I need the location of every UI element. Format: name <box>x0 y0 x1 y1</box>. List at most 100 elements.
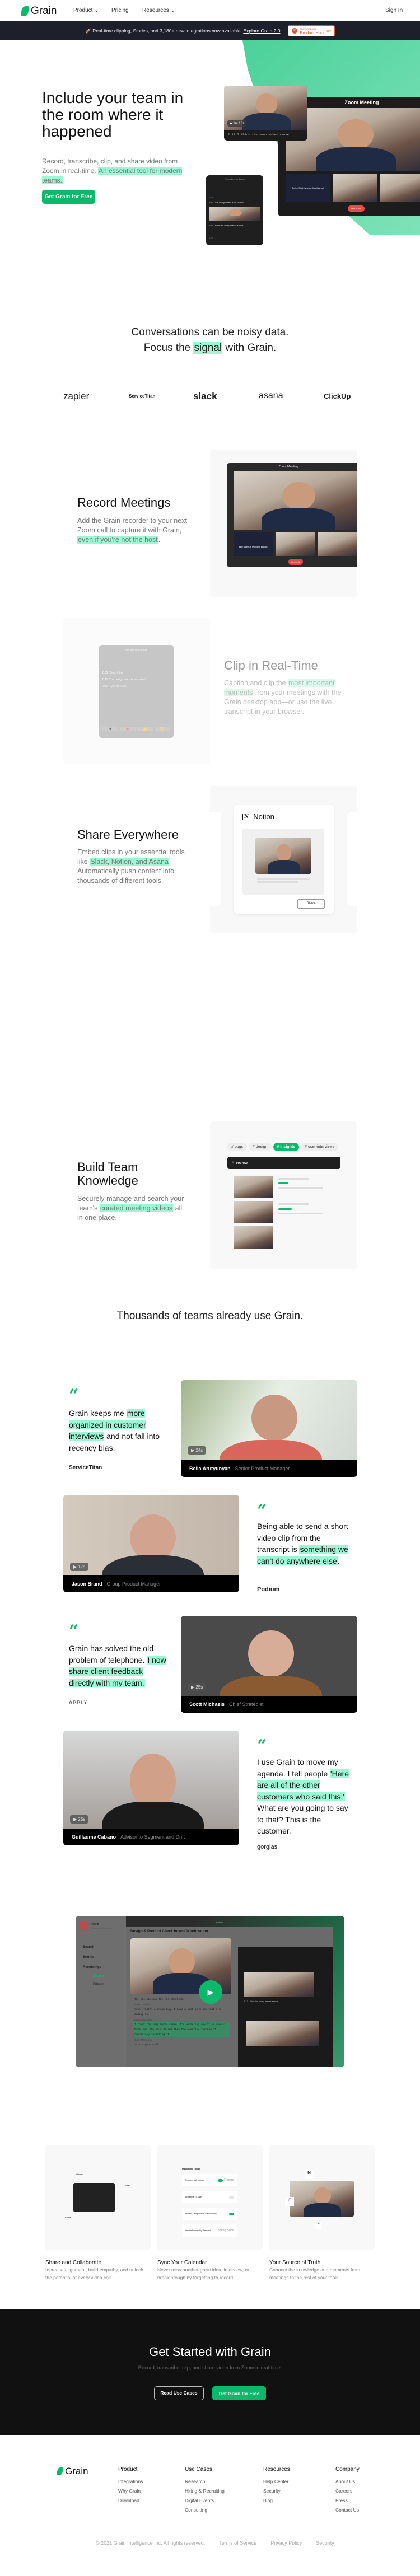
footer-col-resources: Resources Help Center Security Blog <box>263 2466 290 2505</box>
quote-icon: “ <box>257 1501 267 1521</box>
record-toggle[interactable] <box>229 2195 234 2199</box>
footer-link[interactable]: Blog <box>263 2496 290 2505</box>
feature-title: Clip in Real-Time <box>224 658 318 672</box>
footer-link[interactable]: Consulting <box>185 2505 225 2515</box>
phone-mock: Recording on Zoom 1:34 2:17 The design t… <box>206 175 263 245</box>
footer-link[interactable]: Hiring & Recruiting <box>185 2486 225 2496</box>
record-toggle[interactable] <box>229 2212 234 2215</box>
footer-link[interactable]: Help Center <box>263 2477 290 2486</box>
privacy-link[interactable]: Privacy Policy <box>270 2540 302 2546</box>
sidebar-stories[interactable]: Stories <box>83 1952 104 1962</box>
footer-link[interactable]: Careers <box>335 2486 360 2496</box>
security-link[interactable]: Security <box>316 2540 334 2546</box>
clickup-logo: ClickUp <box>324 392 351 400</box>
product-hunt-badge[interactable]: P FEATURED ON Product Hunt 587 <box>288 25 335 36</box>
tag-user-interviews[interactable]: # user-interviews <box>301 1143 339 1151</box>
product-video[interactable]: Airbnb Annabelle Robertson Search Storie… <box>76 1916 344 2067</box>
apply-logo: APPLY <box>69 1700 88 1705</box>
footer-link[interactable]: Digital Events <box>185 2496 225 2505</box>
tag-insights[interactable]: # insights <box>273 1143 300 1151</box>
chevron-down-icon: ⌄ <box>170 7 175 13</box>
product-hunt-icon: P <box>292 28 298 34</box>
feature-desc: Securely manage and search your team's c… <box>77 1195 184 1222</box>
feature-title: Record Meetings <box>77 495 171 509</box>
footer-logo[interactable]: Grain <box>57 2466 88 2477</box>
slack-logo: slack <box>193 391 217 401</box>
explore-link[interactable]: Explore Grain 2.0 <box>243 28 280 34</box>
testimonial-video[interactable]: ▶ 17s Jason Brand Group Product Manager <box>63 1495 239 1592</box>
zoom-meeting-title: Zoom Meeting <box>344 100 379 105</box>
get-grain-free-button[interactable]: Get Grain for Free <box>212 2386 266 2400</box>
footer-link[interactable]: Integrations <box>118 2477 143 2486</box>
play-icon[interactable]: ▶ <box>230 122 232 125</box>
cta-title: Get Started with Grain <box>149 2345 271 2359</box>
sidebar-shared[interactable]: Shared <box>83 1972 104 1980</box>
get-grain-free-button[interactable]: Get Grain for Free <box>42 190 95 204</box>
sidebar-recordings[interactable]: Recordings <box>83 1962 104 1972</box>
calendar-event: Product Design check in and prioritiz... <box>182 2208 237 2220</box>
leaf-icon <box>21 6 29 16</box>
footer-link[interactable]: Contact Us <box>335 2505 360 2515</box>
star-icon[interactable]: ★ <box>102 727 118 731</box>
terms-link[interactable]: Terms of Service <box>219 2540 256 2546</box>
card-title: Share and Collaborate <box>45 2260 102 2266</box>
calendar-event: Vendor Partnership Research Coming Soon <box>182 2224 237 2237</box>
calendar-event: Prospect call: Nielsen Record <box>182 2174 237 2186</box>
top-nav: Grain Product ⌄ Pricing Resources ⌄ Sign… <box>0 0 420 21</box>
flag-icon[interactable]: ▶ <box>120 727 136 731</box>
read-use-cases-button[interactable]: Read Use Cases <box>154 2386 204 2400</box>
footer-link[interactable]: Why Grain <box>118 2486 143 2496</box>
share-collaborate-card: Owner Guest Editor <box>45 2145 151 2250</box>
nav-product[interactable]: Product ⌄ <box>73 7 99 13</box>
notion-icon: N <box>242 813 251 820</box>
sign-in-link[interactable]: Sign In <box>385 7 403 13</box>
hero-subtitle: Record, transcribe, clip, and share vide… <box>42 157 183 184</box>
feature-desc: Embed clips in your essential tools like… <box>77 848 185 885</box>
play-icon[interactable]: ▶ <box>73 1564 77 1569</box>
testimonial-quote: Being able to send a short video clip fr… <box>257 1522 348 1565</box>
rocket-icon: 🚀 <box>85 27 91 34</box>
play-icon[interactable]: ▶ <box>191 1448 194 1453</box>
tag-design[interactable]: # design <box>249 1143 272 1151</box>
airbnb-logo <box>79 1922 88 1930</box>
thumbs-down-icon[interactable]: 👎 <box>155 727 170 731</box>
share-button[interactable]: Share <box>297 899 325 909</box>
card-desc: Increase alignment, build empathy, and u… <box>45 2267 143 2280</box>
play-icon[interactable]: ▶ <box>73 1817 77 1822</box>
feature-desc: Add the Grain recorder to your next Zoom… <box>77 517 187 544</box>
logo-row: zapier ServiceTitan slack asana ClickUp <box>0 391 420 404</box>
footer-link[interactable]: Download <box>118 2496 143 2505</box>
hero-title: Include your team in the room where it h… <box>42 89 184 140</box>
play-button[interactable]: ▶ <box>199 1980 222 2004</box>
clip-card: ▶ 1m 18s 2:17 I think the swap makes sen… <box>224 86 307 141</box>
sidebar-search[interactable]: Search <box>83 1942 104 1952</box>
card-desc: Never miss another great idea, interview… <box>157 2267 249 2280</box>
footer-link[interactable]: About Us <box>335 2477 360 2486</box>
card-desc: Connect the knowledge and moments from m… <box>269 2267 361 2280</box>
footer-link[interactable]: Research <box>185 2477 225 2486</box>
podium-logo: Podium <box>257 1586 280 1593</box>
tag-bugs[interactable]: # bugs <box>227 1143 248 1151</box>
testimonial-video[interactable]: ▶ 24s Bella Arutyunyan Senior Product Man… <box>181 1380 357 1477</box>
footer-link[interactable]: Security <box>263 2486 290 2496</box>
grain-logo[interactable]: Grain <box>21 5 57 17</box>
twitter-icon: ● <box>315 2222 322 2229</box>
record-toggle[interactable] <box>218 2178 223 2182</box>
footer-col-company: Company About Us Careers Press Contact Us <box>335 2466 360 2515</box>
search-input[interactable]: ⌕ review <box>227 1157 340 1169</box>
footer-link[interactable]: Press <box>335 2496 360 2505</box>
nav-pricing[interactable]: Pricing <box>111 7 129 13</box>
thumbs-up-icon[interactable]: 👍 <box>137 727 153 731</box>
play-icon[interactable]: ▶ <box>191 1685 194 1690</box>
testimonial-quote: Grain keeps me more organized in custome… <box>69 1409 160 1452</box>
gorgias-logo: gorgias <box>257 1844 278 1850</box>
testimonial-video[interactable]: ▶ 25s Scott Michaels Chief Strategist <box>181 1616 357 1713</box>
sidebar-private[interactable]: Private <box>83 1980 104 1988</box>
feature-title: Build Team Knowledge <box>77 1160 138 1188</box>
nav-resources[interactable]: Resources ⌄ <box>142 7 175 13</box>
search-icon: ⌕ <box>232 1161 234 1165</box>
testimonial-video[interactable]: ▶ 25s Guillaume Cabano Advisor to Segment… <box>63 1731 239 1845</box>
testimonials-heading: Thousands of teams already use Grain. <box>116 1310 304 1322</box>
cta-section: Get Started with Grain Record, transcrib… <box>0 2309 420 2435</box>
source-of-truth-card: N # ● <box>269 2145 375 2250</box>
